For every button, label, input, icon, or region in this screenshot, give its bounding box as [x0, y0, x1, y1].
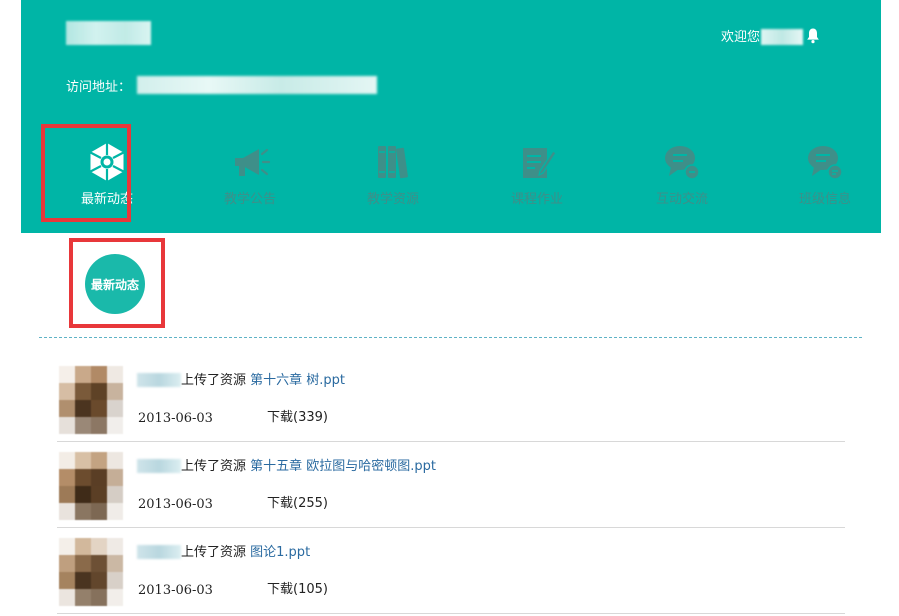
page-margin-right [881, 0, 899, 616]
username-redacted [137, 545, 181, 559]
user-name-redacted [761, 29, 803, 45]
highlight-box-nav [41, 124, 131, 222]
page-margin-left [0, 0, 21, 616]
visit-address-redacted [137, 76, 377, 94]
site-header: 欢迎您 访问地址： 最新动态 教学公告 教学资源 课程作业 互动交流 班级信息 [21, 0, 881, 233]
resource-link[interactable]: 第十六章 树.ppt [250, 373, 345, 388]
nav-label: 教学资源 [366, 192, 419, 207]
avatar[interactable] [59, 366, 123, 434]
avatar[interactable] [59, 452, 123, 520]
avatar[interactable] [59, 538, 123, 606]
class-info-bubble-icon [808, 146, 843, 180]
download-count: 下载(339) [267, 410, 328, 425]
feed-date: 2013-06-03 [138, 583, 213, 598]
section-title-badge: 最新动态 [85, 254, 145, 314]
books-icon [378, 146, 408, 179]
download-count: 下载(255) [267, 496, 328, 511]
homework-edit-icon [523, 148, 557, 178]
nav-item-class-info[interactable]: 班级信息 [780, 125, 870, 220]
feed-item: 上传了资源 第十五章 欧拉图与哈密顿图.ppt 2013-06-03 下载(25… [57, 442, 845, 528]
nav-label: 班级信息 [798, 192, 851, 207]
feed-action: 上传了资源 第十五章 欧拉图与哈密顿图.ppt [181, 458, 436, 476]
feed-item: 上传了资源 第十六章 树.ppt 2013-06-03 下载(339) [57, 356, 845, 442]
username-redacted [137, 373, 181, 387]
chat-bubble-icon [665, 146, 700, 180]
feed-action: 上传了资源 图论1.ppt [181, 544, 310, 562]
nav-item-homework[interactable]: 课程作业 [492, 125, 582, 220]
row-divider [57, 613, 845, 614]
resource-link[interactable]: 图论1.ppt [250, 545, 310, 560]
main-nav: 最新动态 教学公告 教学资源 课程作业 互动交流 班级信息 [42, 125, 899, 225]
feed-item: 上传了资源 图论1.ppt 2013-06-03 下载(105) [57, 528, 845, 614]
site-name-redacted [66, 21, 151, 45]
visit-address-label: 访问地址： [66, 80, 132, 95]
nav-label: 教学公告 [223, 192, 276, 207]
nav-label: 课程作业 [510, 192, 563, 207]
action-text: 上传了资源 [181, 545, 247, 560]
action-text: 上传了资源 [181, 459, 247, 474]
megaphone-icon [235, 148, 271, 176]
nav-item-announcements[interactable]: 教学公告 [205, 125, 295, 220]
action-text: 上传了资源 [181, 373, 247, 388]
welcome-text: 欢迎您 [721, 30, 761, 45]
resource-link[interactable]: 第十五章 欧拉图与哈密顿图.ppt [250, 459, 436, 474]
nav-label: 互动交流 [655, 192, 708, 207]
feed-action: 上传了资源 第十六章 树.ppt [181, 372, 345, 390]
nav-item-interaction[interactable]: 互动交流 [637, 125, 727, 220]
nav-item-resources[interactable]: 教学资源 [348, 125, 438, 220]
download-count: 下载(105) [267, 582, 328, 597]
feed-date: 2013-06-03 [138, 411, 213, 426]
username-redacted [137, 459, 181, 473]
feed-date: 2013-06-03 [138, 497, 213, 512]
bell-icon[interactable] [806, 27, 820, 44]
section-divider [39, 337, 862, 338]
